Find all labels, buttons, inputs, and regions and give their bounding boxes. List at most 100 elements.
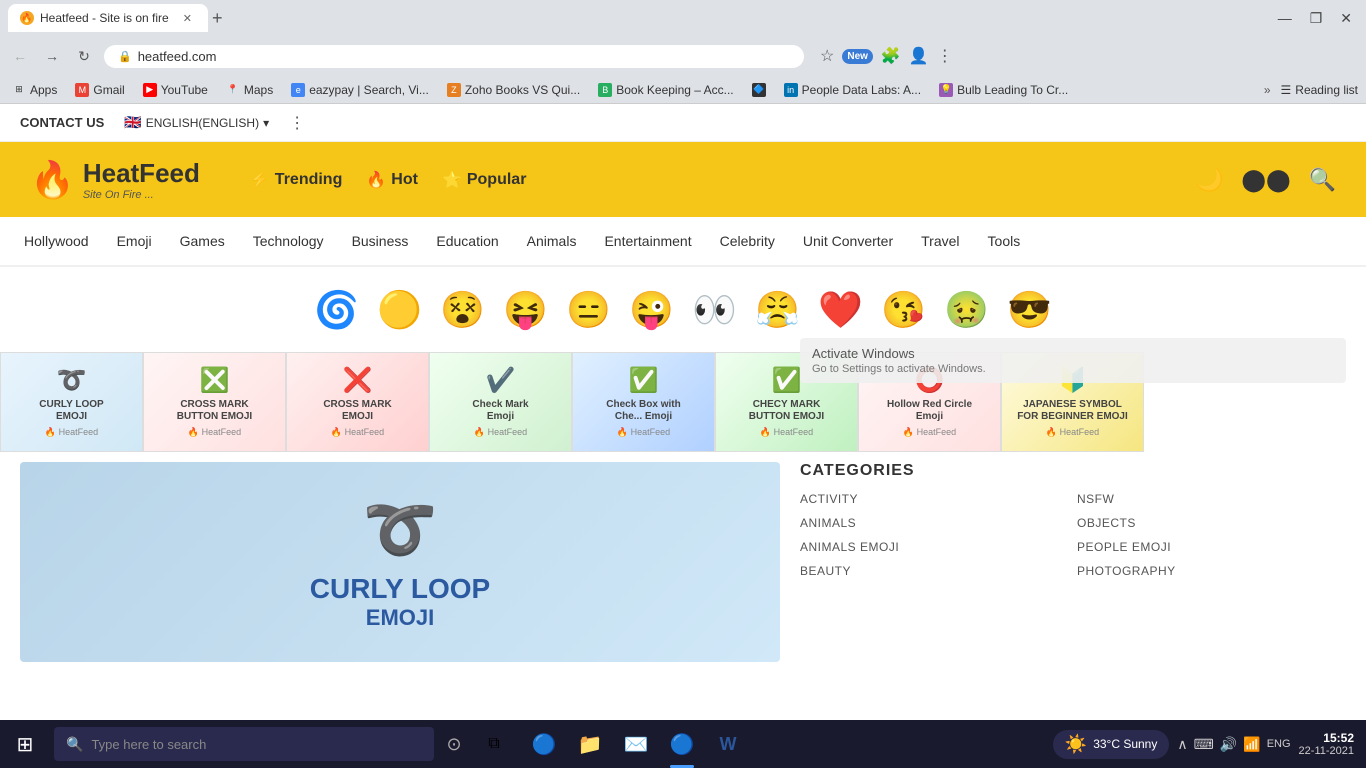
emoji-steam[interactable]: 😤: [750, 282, 805, 337]
hot-label: Hot: [391, 171, 418, 189]
emoji-sick[interactable]: 🤢: [939, 282, 994, 337]
emoji-cool[interactable]: 😎: [1002, 282, 1057, 337]
url-bar[interactable]: 🔒 heatfeed.com: [104, 45, 804, 68]
cortana-button[interactable]: ⊙: [434, 720, 474, 768]
forward-button[interactable]: →: [40, 44, 64, 68]
nav-hollywood[interactable]: Hollywood: [10, 217, 103, 265]
contact-us-link[interactable]: CONTACT US: [20, 115, 104, 130]
nav-education[interactable]: Education: [422, 217, 512, 265]
clock-display[interactable]: 15:52 22-11-2021: [1299, 731, 1354, 757]
refresh-button[interactable]: ↻: [72, 44, 96, 68]
taskbar-app-explorer[interactable]: 📁: [568, 720, 612, 768]
nav-games[interactable]: Games: [166, 217, 239, 265]
featured-article[interactable]: ➰ CURLY LOOP EMOJI: [20, 462, 780, 662]
hot-nav-item[interactable]: 🔥 Hot: [366, 170, 418, 190]
extensions-icon[interactable]: 🧩: [881, 46, 901, 66]
tray-keyboard-icon[interactable]: ⌨: [1194, 736, 1214, 753]
taskbar-app-chrome2[interactable]: 🔵: [660, 720, 704, 768]
reading-list-button[interactable]: ☰ Reading list: [1281, 83, 1358, 97]
image-card-checkmark[interactable]: ✔️ Check MarkEmoji 🔥 HeatFeed: [429, 352, 572, 452]
category-animals[interactable]: ANIMALS: [800, 516, 1069, 530]
emoji-tongue[interactable]: 😝: [498, 282, 553, 337]
tray-speakers-icon[interactable]: 🔊: [1220, 736, 1237, 753]
close-button[interactable]: ✕: [1334, 8, 1358, 29]
bookmark-gmail[interactable]: M Gmail: [71, 81, 128, 99]
category-objects[interactable]: OBJECTS: [1077, 516, 1346, 530]
emoji-eyes[interactable]: 👀: [687, 282, 742, 337]
emoji-kiss[interactable]: 😘: [876, 282, 931, 337]
taskbar-app-word[interactable]: W: [706, 720, 750, 768]
category-beauty[interactable]: BEAUTY: [800, 564, 1069, 578]
bookmark-unknown[interactable]: 🔷: [748, 81, 770, 99]
tray-network-icon[interactable]: 📶: [1243, 736, 1260, 753]
bookmark-bulb[interactable]: 💡 Bulb Leading To Cr...: [935, 81, 1072, 99]
bookmark-apps[interactable]: ⊞ Apps: [8, 81, 61, 99]
nav-business[interactable]: Business: [338, 217, 423, 265]
emoji-heart[interactable]: ❤️: [813, 282, 868, 337]
bookmark-zoho[interactable]: Z Zoho Books VS Qui...: [443, 81, 584, 99]
nav-unit-converter[interactable]: Unit Converter: [789, 217, 907, 265]
dark-mode-icon[interactable]: 🌙: [1196, 167, 1223, 193]
trending-nav-item[interactable]: ⚡ Trending: [250, 170, 342, 190]
taskbar-app-chrome[interactable]: 🔵: [522, 720, 566, 768]
image-card-crossmark-btn[interactable]: ❎ CROSS MARKBUTTON EMOJI 🔥 HeatFeed: [143, 352, 286, 452]
taskbar-app-mail[interactable]: ✉️: [614, 720, 658, 768]
emoji-expressionless[interactable]: 😑: [561, 282, 616, 337]
task-view-button[interactable]: ⧉: [474, 720, 514, 768]
peopledata-favicon: in: [784, 83, 798, 97]
bookmark-peopledata[interactable]: in People Data Labs: A...: [780, 81, 925, 99]
nav-emoji[interactable]: Emoji: [103, 217, 166, 265]
hot-icon: 🔥: [366, 170, 386, 190]
weather-widget[interactable]: ☀️ 33°C Sunny: [1053, 730, 1170, 759]
bookmark-star-icon[interactable]: ☆: [820, 46, 834, 66]
menu-icon[interactable]: ⋮: [937, 46, 953, 66]
site-wrapper: CONTACT US 🇬🇧 ENGLISH(ENGLISH) ▾ ⋮ 🔥 Hea…: [0, 104, 1366, 672]
image-card-crossmark[interactable]: ❌ CROSS MARKEMOJI 🔥 HeatFeed: [286, 352, 429, 452]
checkmark-label: Check MarkEmoji: [472, 399, 528, 423]
topbar-menu-icon[interactable]: ⋮: [289, 113, 305, 133]
restore-button[interactable]: ❐: [1304, 8, 1329, 29]
minimize-button[interactable]: —: [1272, 8, 1298, 29]
back-button[interactable]: ←: [8, 44, 32, 68]
profile-icon[interactable]: 👤: [909, 46, 929, 66]
logo[interactable]: 🔥 HeatFeed Site On Fire ...: [30, 158, 200, 201]
taskbar-search-bar[interactable]: 🔍 Type here to search: [54, 727, 434, 761]
nav-travel[interactable]: Travel: [907, 217, 973, 265]
nav-entertainment[interactable]: Entertainment: [590, 217, 705, 265]
nav-celebrity[interactable]: Celebrity: [706, 217, 789, 265]
bookmark-youtube[interactable]: ▶ YouTube: [139, 81, 212, 99]
category-animals-emoji[interactable]: ANIMALS EMOJI: [800, 540, 1069, 554]
bookmark-zoho-label: Zoho Books VS Qui...: [465, 83, 580, 97]
bookmark-maps[interactable]: 📍 Maps: [222, 81, 277, 99]
image-card-curly-loop[interactable]: ➰ CURLY LOOPEMOJI 🔥 HeatFeed: [0, 352, 143, 452]
language-selector[interactable]: 🇬🇧 ENGLISH(ENGLISH) ▾: [124, 114, 269, 131]
category-people-emoji[interactable]: PEOPLE EMOJI: [1077, 540, 1346, 554]
nav-animals[interactable]: Animals: [513, 217, 591, 265]
bookmark-eazypay[interactable]: e eazypay | Search, Vi...: [287, 81, 433, 99]
emoji-dizzy[interactable]: 🌀: [309, 282, 364, 337]
browser-tab[interactable]: 🔥 Heatfeed - Site is on fire ✕: [8, 4, 208, 32]
nav-tools[interactable]: Tools: [974, 217, 1035, 265]
category-activity[interactable]: ACTIVITY: [800, 492, 1069, 506]
category-photography[interactable]: PHOTOGRAPHY: [1077, 564, 1346, 578]
tab-close-button[interactable]: ✕: [183, 12, 192, 25]
sidebar: CATEGORIES ACTIVITY ANIMALS ANIMALS EMOJ…: [800, 462, 1346, 662]
tray-up-arrow-icon[interactable]: ∧: [1177, 736, 1187, 753]
nav-technology[interactable]: Technology: [239, 217, 338, 265]
start-button[interactable]: ⊞: [0, 720, 50, 768]
language-indicator[interactable]: ENG: [1267, 738, 1291, 750]
bookmark-bookkeeping[interactable]: B Book Keeping – Acc...: [594, 81, 737, 99]
reading-list-icon: ☰: [1281, 83, 1292, 97]
popular-nav-item[interactable]: ⭐ Popular: [442, 170, 526, 190]
share-icon[interactable]: ⬤⬤: [1241, 167, 1290, 193]
emoji-circle[interactable]: 🟡: [372, 282, 427, 337]
unknown-favicon: 🔷: [752, 83, 766, 97]
new-tab-button[interactable]: +: [212, 8, 223, 29]
emoji-dizzyface[interactable]: 😵: [435, 282, 490, 337]
bookmarks-more-button[interactable]: »: [1264, 83, 1271, 97]
search-icon[interactable]: 🔍: [1309, 167, 1336, 193]
image-card-checkbox[interactable]: ✅ Check Box withChe... Emoji 🔥 HeatFeed: [572, 352, 715, 452]
emoji-wink[interactable]: 😜: [624, 282, 679, 337]
bookmark-maps-label: Maps: [244, 83, 273, 97]
category-nsfw[interactable]: NSFW: [1077, 492, 1346, 506]
